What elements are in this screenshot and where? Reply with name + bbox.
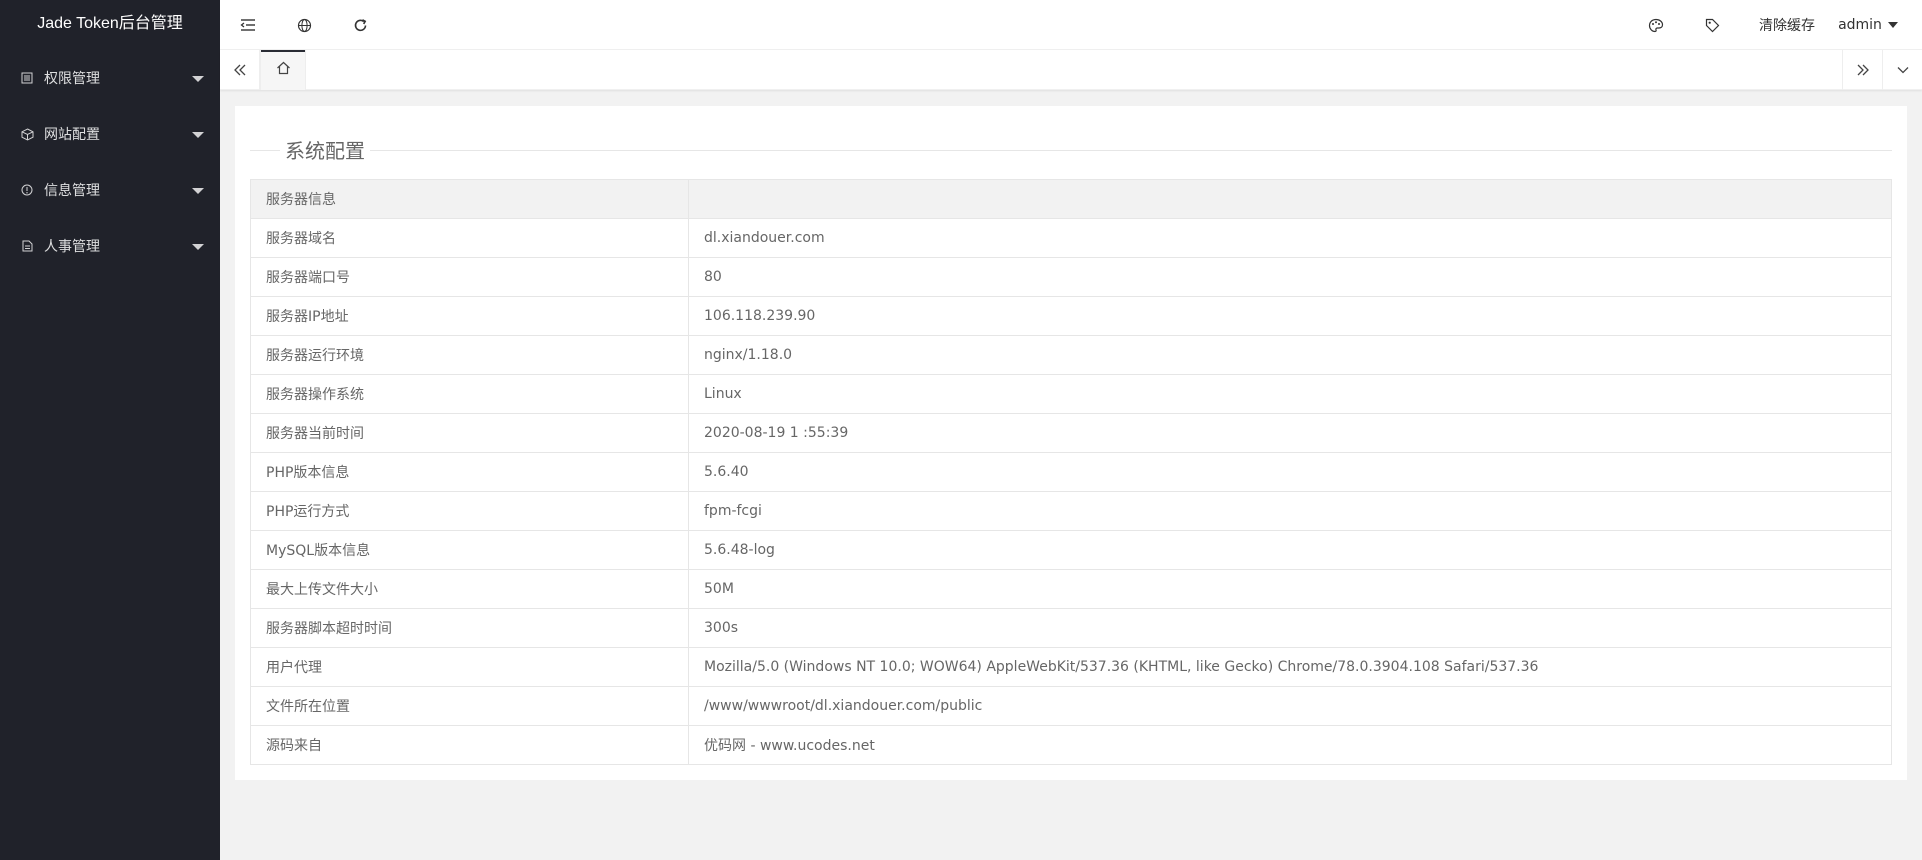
row-label: 服务器操作系统 xyxy=(250,374,689,414)
sidebar-item-site-config[interactable]: 网站配置 xyxy=(0,106,220,162)
fieldset-legend: 系统配置 xyxy=(250,136,1892,166)
row-label: 服务器端口号 xyxy=(250,257,689,297)
row-value: 5.6.48-log xyxy=(688,530,1892,570)
palette-icon[interactable] xyxy=(1628,0,1684,50)
sidebar-item-label: 人事管理 xyxy=(44,239,100,255)
info-icon xyxy=(20,183,34,197)
row-label: PHP版本信息 xyxy=(250,452,689,492)
legend-divider xyxy=(250,150,280,151)
table-row: 最大上传文件大小 50M xyxy=(250,569,1892,609)
table-header-cell-empty xyxy=(688,179,1892,219)
home-icon xyxy=(276,61,291,79)
row-value: 300s xyxy=(688,608,1892,648)
list-icon xyxy=(20,71,34,85)
page-title: 系统配置 xyxy=(280,136,370,166)
table-row: PHP版本信息 5.6.40 xyxy=(250,452,1892,492)
legend-divider xyxy=(370,150,1892,151)
caret-down-icon xyxy=(192,132,204,138)
row-label: 源码来自 xyxy=(250,725,689,765)
sidebar-item-hr-management[interactable]: 人事管理 xyxy=(0,218,220,274)
user-name: admin xyxy=(1838,17,1882,33)
row-value: Linux xyxy=(688,374,1892,414)
top-header: 清除缓存 admin xyxy=(220,0,1922,50)
system-config-card: 系统配置 服务器信息 服务器域名 dl.xiandouer.com 服务器端口号… xyxy=(235,106,1907,780)
row-value: Mozilla/5.0 (Windows NT 10.0; WOW64) App… xyxy=(688,647,1892,687)
table-row: 服务器端口号 80 xyxy=(250,257,1892,297)
tag-icon[interactable] xyxy=(1684,0,1740,50)
server-info-table: 服务器信息 服务器域名 dl.xiandouer.com 服务器端口号 80 服… xyxy=(250,179,1892,765)
row-label: 服务器当前时间 xyxy=(250,413,689,453)
table-header-row: 服务器信息 xyxy=(250,179,1892,219)
caret-down-icon xyxy=(192,188,204,194)
menu-fold-icon[interactable] xyxy=(220,0,276,50)
table-row: 用户代理 Mozilla/5.0 (Windows NT 10.0; WOW64… xyxy=(250,647,1892,687)
sidebar-item-info-management[interactable]: 信息管理 xyxy=(0,162,220,218)
table-row: 服务器IP地址 106.118.239.90 xyxy=(250,296,1892,336)
table-row: 服务器域名 dl.xiandouer.com xyxy=(250,218,1892,258)
row-label: MySQL版本信息 xyxy=(250,530,689,570)
sidebar-item-label: 信息管理 xyxy=(44,183,100,199)
globe-icon[interactable] xyxy=(276,0,332,50)
caret-down-icon xyxy=(192,244,204,250)
app-logo-title[interactable]: Jade Token后台管理 xyxy=(0,0,220,50)
row-label: 最大上传文件大小 xyxy=(250,569,689,609)
header-right-toolbar: 清除缓存 admin xyxy=(1628,0,1922,50)
row-value: 80 xyxy=(688,257,1892,297)
row-value: 106.118.239.90 xyxy=(688,296,1892,336)
tabs-scroll-left-icon[interactable] xyxy=(220,50,260,90)
table-row: 服务器当前时间 2020-08-19 1 :55:39 xyxy=(250,413,1892,453)
table-row: 文件所在位置 /www/wwwroot/dl.xiandouer.com/pub… xyxy=(250,686,1892,726)
user-menu[interactable]: admin xyxy=(1834,0,1922,50)
row-label: 服务器IP地址 xyxy=(250,296,689,336)
row-value: /www/wwwroot/dl.xiandouer.com/public xyxy=(688,686,1892,726)
table-row: PHP运行方式 fpm-fcgi xyxy=(250,491,1892,531)
sidebar: Jade Token后台管理 权限管理 网站配置 信息管理 人事管理 xyxy=(0,0,220,860)
row-value: 优码网 - www.ucodes.net xyxy=(688,725,1892,765)
caret-down-icon xyxy=(1887,22,1898,28)
row-label: 用户代理 xyxy=(250,647,689,687)
row-label: PHP运行方式 xyxy=(250,491,689,531)
clear-cache-button[interactable]: 清除缓存 xyxy=(1740,0,1834,50)
table-row: 服务器操作系统 Linux xyxy=(250,374,1892,414)
refresh-icon[interactable] xyxy=(332,0,388,50)
sidebar-item-label: 权限管理 xyxy=(44,71,100,87)
table-row: 服务器脚本超时时间 300s xyxy=(250,608,1892,648)
row-value: dl.xiandouer.com xyxy=(688,218,1892,258)
row-value: 2020-08-19 1 :55:39 xyxy=(688,413,1892,453)
cube-icon xyxy=(20,127,34,141)
table-header-cell: 服务器信息 xyxy=(250,179,689,219)
document-icon xyxy=(20,239,34,253)
table-row: MySQL版本信息 5.6.48-log xyxy=(250,530,1892,570)
tabs-menu-chevron-down-icon[interactable] xyxy=(1882,50,1922,90)
sidebar-item-label: 网站配置 xyxy=(44,127,100,143)
row-label: 服务器脚本超时时间 xyxy=(250,608,689,648)
table-row: 源码来自 优码网 - www.ucodes.net xyxy=(250,725,1892,765)
row-label: 服务器域名 xyxy=(250,218,689,258)
row-value: nginx/1.18.0 xyxy=(688,335,1892,375)
row-value: 5.6.40 xyxy=(688,452,1892,492)
tabs-bar xyxy=(220,50,1922,90)
table-row: 服务器运行环境 nginx/1.18.0 xyxy=(250,335,1892,375)
row-label: 服务器运行环境 xyxy=(250,335,689,375)
row-value: fpm-fcgi xyxy=(688,491,1892,531)
row-value: 50M xyxy=(688,569,1892,609)
row-label: 文件所在位置 xyxy=(250,686,689,726)
sidebar-item-permissions[interactable]: 权限管理 xyxy=(0,50,220,106)
caret-down-icon xyxy=(192,76,204,82)
tabs-scroll-right-icon[interactable] xyxy=(1842,50,1882,90)
tab-home[interactable] xyxy=(260,50,306,90)
